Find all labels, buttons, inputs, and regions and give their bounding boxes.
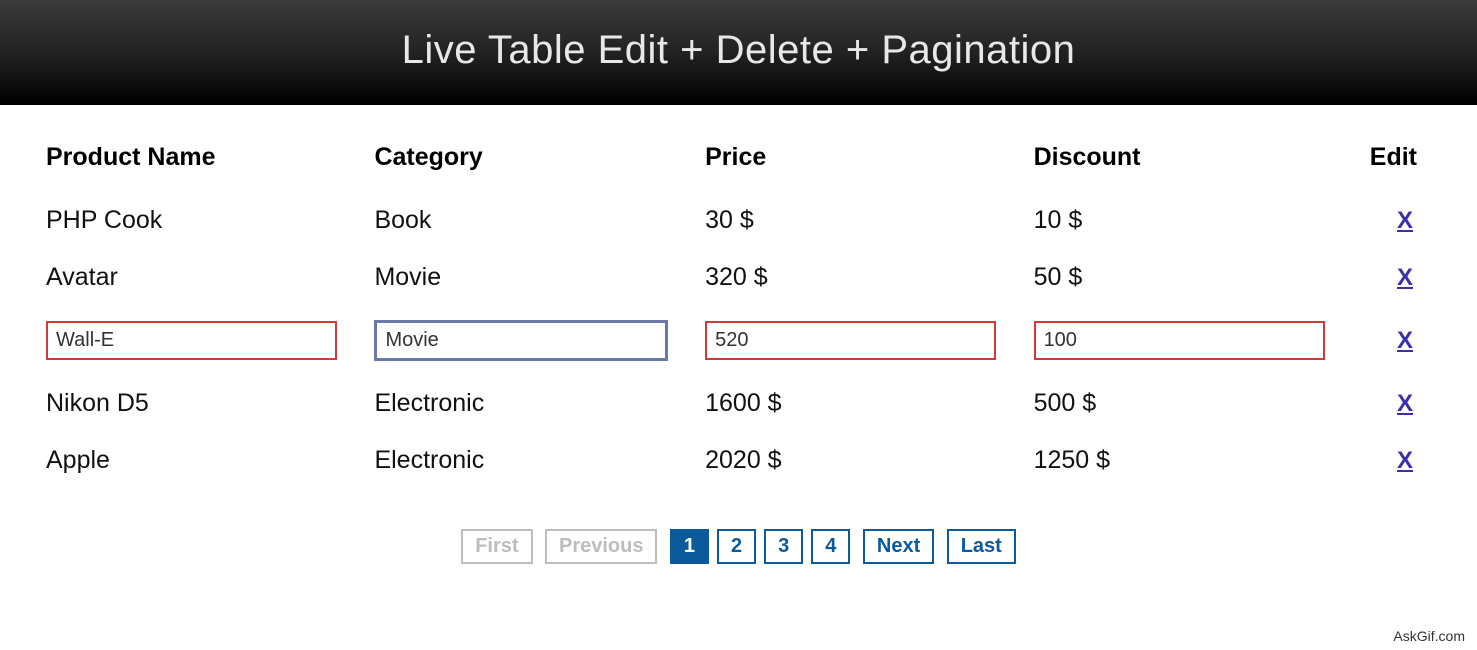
delete-button[interactable]: X (1397, 447, 1413, 474)
cell-category[interactable]: Book (368, 192, 699, 249)
page-number-4[interactable]: 4 (811, 529, 850, 564)
cell-discount[interactable]: 10 $ (1028, 192, 1356, 249)
page-last-button[interactable]: Last (947, 529, 1016, 564)
table-row: Nikon D5Electronic1600 $500 $ X (40, 375, 1437, 432)
delete-button[interactable]: X (1397, 264, 1413, 291)
table-row: AvatarMovie320 $50 $ X (40, 249, 1437, 306)
col-discount: Discount (1028, 135, 1356, 192)
table-row: AppleElectronic2020 $1250 $ X (40, 432, 1437, 489)
cell-name (40, 306, 368, 375)
product-table: Product Name Category Price Discount Edi… (40, 135, 1437, 489)
cell-edit: X (1356, 306, 1437, 375)
cell-discount[interactable]: 500 $ (1028, 375, 1356, 432)
category-input[interactable] (374, 320, 667, 361)
col-category: Category (368, 135, 699, 192)
cell-price[interactable]: 30 $ (699, 192, 1027, 249)
delete-button[interactable]: X (1397, 390, 1413, 417)
cell-category[interactable]: Electronic (368, 375, 699, 432)
cell-category (368, 306, 699, 375)
name-input[interactable] (46, 321, 337, 360)
col-edit: Edit (1356, 135, 1437, 192)
cell-price (699, 306, 1027, 375)
cell-category[interactable]: Electronic (368, 432, 699, 489)
cell-price[interactable]: 2020 $ (699, 432, 1027, 489)
cell-name[interactable]: Nikon D5 (40, 375, 368, 432)
table-row: X (40, 306, 1437, 375)
page-number-1[interactable]: 1 (670, 529, 709, 564)
table-header-row: Product Name Category Price Discount Edi… (40, 135, 1437, 192)
delete-button[interactable]: X (1397, 207, 1413, 234)
cell-price[interactable]: 1600 $ (699, 375, 1027, 432)
cell-discount (1028, 306, 1356, 375)
page-title: Live Table Edit + Delete + Pagination (402, 28, 1076, 72)
cell-price[interactable]: 320 $ (699, 249, 1027, 306)
pagination: First Previous 1234 Next Last (40, 529, 1437, 564)
cell-name[interactable]: PHP Cook (40, 192, 368, 249)
col-price: Price (699, 135, 1027, 192)
content-area: Product Name Category Price Discount Edi… (0, 105, 1477, 564)
cell-discount[interactable]: 50 $ (1028, 249, 1356, 306)
cell-edit: X (1356, 375, 1437, 432)
watermark: AskGif.com (1393, 628, 1465, 644)
page-header: Live Table Edit + Delete + Pagination (0, 0, 1477, 105)
page-number-2[interactable]: 2 (717, 529, 756, 564)
cell-name[interactable]: Avatar (40, 249, 368, 306)
cell-edit: X (1356, 249, 1437, 306)
price-input[interactable] (705, 321, 996, 360)
cell-category[interactable]: Movie (368, 249, 699, 306)
discount-input[interactable] (1034, 321, 1325, 360)
cell-name[interactable]: Apple (40, 432, 368, 489)
delete-button[interactable]: X (1397, 327, 1413, 354)
page-previous-button[interactable]: Previous (545, 529, 657, 564)
col-product-name: Product Name (40, 135, 368, 192)
page-number-3[interactable]: 3 (764, 529, 803, 564)
cell-edit: X (1356, 192, 1437, 249)
page-next-button[interactable]: Next (863, 529, 934, 564)
table-row: PHP CookBook30 $10 $ X (40, 192, 1437, 249)
cell-discount[interactable]: 1250 $ (1028, 432, 1356, 489)
page-first-button[interactable]: First (461, 529, 532, 564)
cell-edit: X (1356, 432, 1437, 489)
